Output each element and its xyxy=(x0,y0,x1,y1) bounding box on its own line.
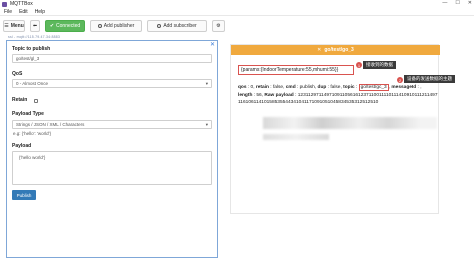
settings-button[interactable]: ⚙ xyxy=(212,19,225,32)
close-icon[interactable]: ✕ xyxy=(468,0,472,6)
hamburger-icon: ☰ xyxy=(4,22,9,29)
payload-type-select[interactable]: Strings / JSON / XML / Characters ▾ xyxy=(12,120,212,129)
add-publisher-button[interactable]: Add publisher xyxy=(90,19,142,32)
maximize-icon[interactable]: ☐ xyxy=(455,0,459,6)
minimize-icon[interactable]: — xyxy=(442,0,447,6)
retain-checkbox[interactable] xyxy=(34,99,38,103)
topic-label: Topic to publish xyxy=(12,46,51,52)
annotation-badge-1: 1 xyxy=(356,62,362,68)
plus-circle-icon xyxy=(157,23,162,28)
toolbar: ☰ Menu ⬅ ✔ Connected Add publisher Add s… xyxy=(0,16,474,35)
close-icon[interactable]: ✕ xyxy=(317,47,321,53)
app-logo-icon xyxy=(2,1,7,7)
qos-select[interactable]: 0 - Almost Once ▾ xyxy=(12,79,212,88)
plus-circle-icon xyxy=(97,23,102,28)
publish-button[interactable]: Publish xyxy=(12,190,36,200)
topic-input[interactable]: go/test/gl_3 xyxy=(12,54,212,63)
publisher-panel: ✕ Topic to publish go/test/gl_3 QoS 0 - … xyxy=(6,40,218,258)
blurred-message xyxy=(263,117,437,129)
retain-label: Retain xyxy=(12,97,28,103)
close-icon[interactable]: ✕ xyxy=(210,41,215,48)
annotation-label-1: 接收到的数据 xyxy=(363,61,396,69)
received-message: {params:{IndoorTemperature:55,mhumi:55}} xyxy=(238,65,354,75)
annotation-badge-2: 2 xyxy=(397,77,403,83)
subscriber-header: ✕ go/test/go_3 xyxy=(231,45,440,55)
payload-hint: e.g: {'hello': 'world'} xyxy=(13,131,51,136)
menu-bar: File Edit Help xyxy=(0,8,474,16)
window-title: MQTTBox xyxy=(10,1,33,7)
arrow-left-icon: ⬅ xyxy=(32,22,38,29)
annotation-label-2: 设备的发送数据的主题 xyxy=(404,75,455,83)
payload-label: Payload xyxy=(12,143,32,149)
add-subscriber-button[interactable]: Add subscriber xyxy=(147,19,207,32)
message-meta: qos : 0, retain : false, cmd : publish, … xyxy=(238,84,438,107)
meta-line-1: qos : 0, retain : false, cmd : publish, … xyxy=(238,84,422,91)
menu-help[interactable]: Help xyxy=(35,9,45,15)
blurred-message-detail xyxy=(263,134,329,140)
back-button[interactable]: ⬅ xyxy=(30,19,40,32)
payload-type-label: Payload Type xyxy=(12,111,44,117)
topic-highlight: go/test/gc_3 xyxy=(358,84,389,91)
title-bar: MQTTBox — ☐ ✕ xyxy=(0,0,474,8)
payload-textarea[interactable]: {'hello world'} xyxy=(12,151,212,185)
chevron-down-icon: ▾ xyxy=(205,121,208,127)
connected-button[interactable]: ✔ Connected xyxy=(45,19,85,32)
menu-button[interactable]: ☰ Menu xyxy=(3,19,25,32)
gear-icon: ⚙ xyxy=(216,22,221,29)
connection-label: ssl - mqtt://115.79.47.34:8883 xyxy=(8,35,61,39)
meta-line-2: length : 56, Raw payload : 1231129711497… xyxy=(238,92,438,106)
chevron-down-icon: ▾ xyxy=(205,80,208,86)
subscriber-panel: ✕ go/test/go_3 {params:{IndoorTemperatur… xyxy=(230,44,455,214)
qos-label: QoS xyxy=(12,71,23,77)
menu-edit[interactable]: Edit xyxy=(19,9,28,15)
window-controls: — ☐ ✕ xyxy=(442,0,472,6)
check-icon: ✔ xyxy=(49,22,55,29)
menu-file[interactable]: File xyxy=(4,9,12,15)
